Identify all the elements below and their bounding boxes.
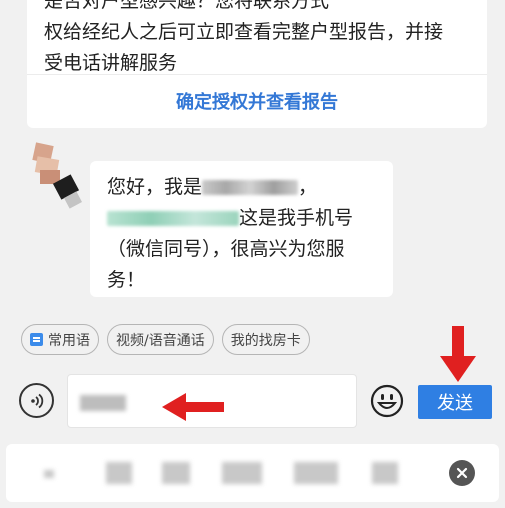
input-bar: 发送	[0, 366, 505, 436]
chip-label: 我的找房卡	[230, 332, 301, 349]
redacted-name	[202, 180, 299, 195]
suggestion-item[interactable]	[372, 462, 398, 484]
confirm-auth-button[interactable]: 确定授权并查看报告	[27, 74, 487, 128]
arrow-left-annotation	[162, 393, 224, 421]
chip-label: 常用语	[48, 332, 90, 349]
chip-video-voice-call[interactable]: 视频/语音通话	[107, 324, 214, 355]
suggestion-bar	[6, 444, 499, 502]
clear-button[interactable]	[449, 460, 475, 486]
quick-replies: 常用语 视频/语音通话 我的找房卡	[21, 324, 310, 355]
emoji-button[interactable]	[370, 384, 404, 418]
suggestion-item[interactable]	[162, 462, 190, 484]
close-icon	[456, 467, 468, 479]
message-line3: （微信同号），很高兴为您服	[107, 238, 345, 260]
comma-text: ，	[298, 176, 318, 198]
agent-message-bubble: 您好，我是 ， 这是我手机号 （微信同号），很高兴为您服 务！	[90, 161, 393, 297]
suggestion-item[interactable]	[44, 470, 54, 478]
auth-card-line2: 权给经纪人之后可立即查看完整户型报告，并接	[44, 21, 444, 43]
auth-card: 是否对户型感兴趣？您将联系方式 权给经纪人之后可立即查看完整户型报告，并接 受电…	[27, 0, 487, 128]
chip-label: 视频/语音通话	[116, 332, 205, 349]
chip-common-phrases[interactable]: 常用语	[21, 324, 99, 355]
redacted-phone	[107, 211, 239, 226]
suggestion-item[interactable]	[294, 462, 338, 484]
voice-button[interactable]	[19, 383, 54, 418]
redacted-input-text	[80, 395, 126, 411]
agent-avatar[interactable]	[30, 142, 90, 220]
book-icon	[30, 333, 43, 346]
send-button[interactable]: 发送	[418, 385, 492, 419]
voice-icon	[30, 393, 43, 408]
smiley-icon	[370, 384, 404, 418]
avatar-image	[32, 142, 82, 209]
arrow-down-annotation	[440, 326, 476, 382]
suggestion-item[interactable]	[222, 462, 262, 484]
suggestion-item[interactable]	[106, 462, 132, 484]
auth-card-partial-line: 是否对户型感兴趣？您将联系方式	[44, 0, 330, 12]
phone-suffix-text: 这是我手机号	[239, 207, 354, 229]
greeting-text: 您好，我是	[107, 176, 203, 198]
auth-card-text: 是否对户型感兴趣？您将联系方式 权给经纪人之后可立即查看完整户型报告，并接 受电…	[44, 0, 474, 79]
chip-my-house-card[interactable]: 我的找房卡	[221, 324, 310, 355]
message-line4: 务！	[107, 269, 146, 291]
